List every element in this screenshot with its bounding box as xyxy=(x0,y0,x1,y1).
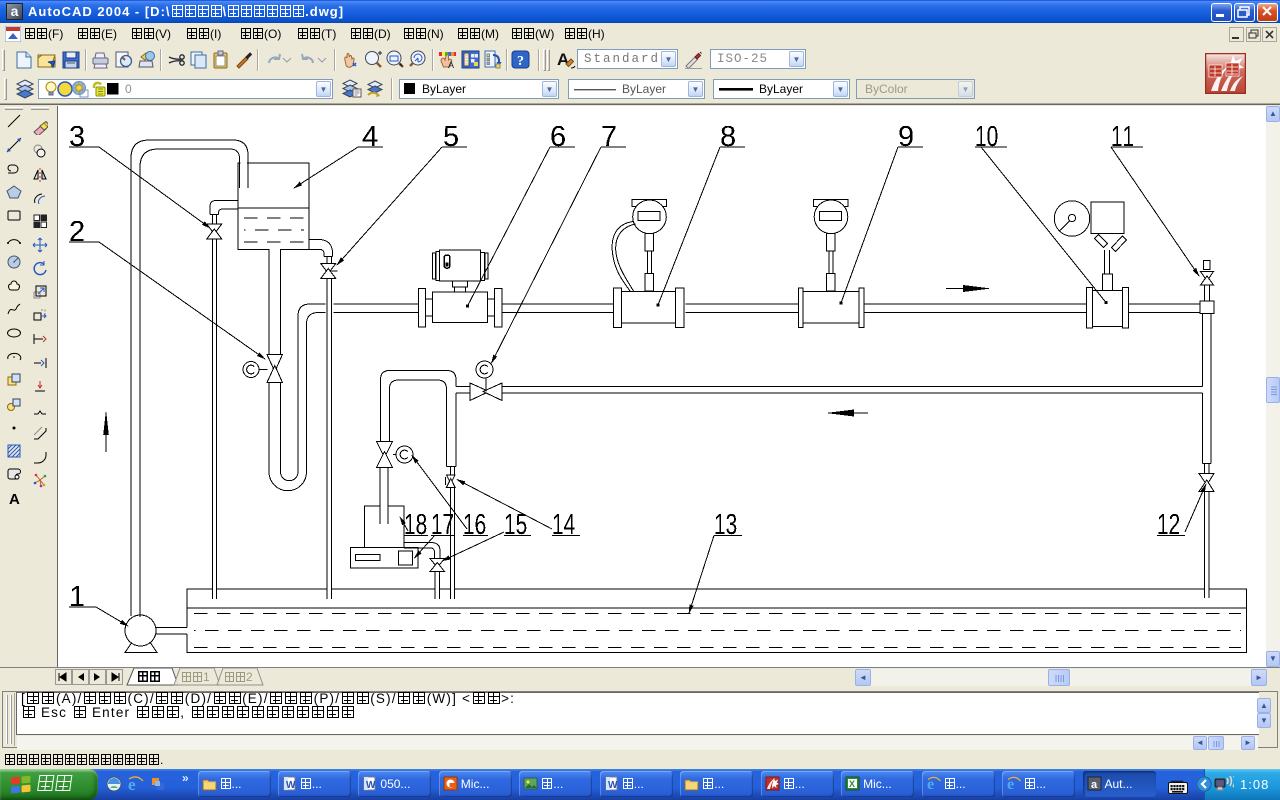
svg-text:W: W xyxy=(366,780,376,791)
svg-text:A: A xyxy=(448,60,454,70)
svg-text:?: ? xyxy=(517,54,524,69)
svg-text:X: X xyxy=(849,779,855,789)
svg-text:W: W xyxy=(286,780,296,791)
svg-text:A: A xyxy=(9,491,20,506)
svg-text:A: A xyxy=(557,50,569,69)
svg-text:a: a xyxy=(1091,779,1098,791)
svg-text:W: W xyxy=(608,780,618,791)
